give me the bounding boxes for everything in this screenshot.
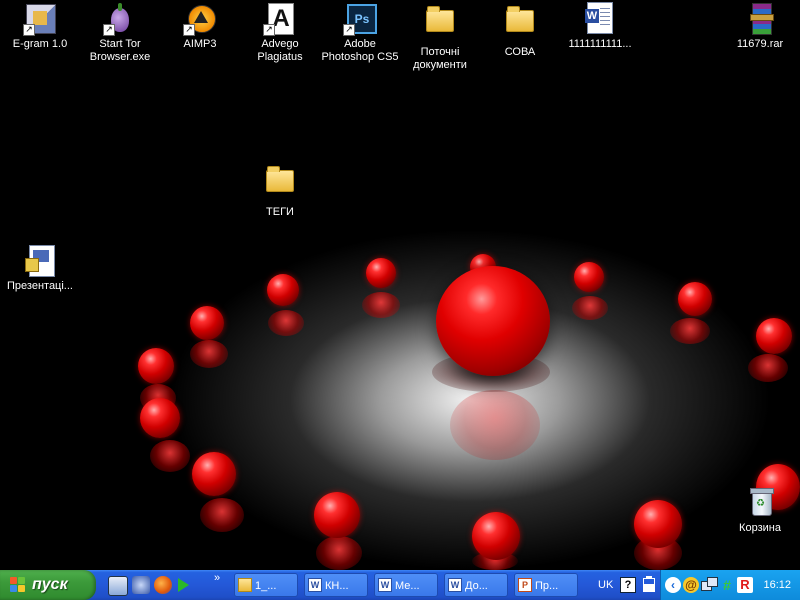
wallpaper-red-ball (574, 262, 604, 292)
network-icon[interactable] (132, 576, 150, 594)
word-document-icon: W (583, 2, 617, 36)
desktop-icon-rar-archive[interactable]: 11679.rar (720, 2, 800, 51)
desktop-icon-tegi[interactable]: ТЕГИ (240, 162, 320, 219)
wallpaper-reflection (316, 536, 362, 570)
avira-icon[interactable]: R (737, 577, 753, 593)
start-label: пуск (32, 576, 68, 593)
firefox-icon[interactable] (154, 576, 172, 594)
word-icon: W (308, 578, 322, 592)
wallpaper-red-ball (267, 274, 299, 306)
wallpaper-reflection (572, 296, 608, 320)
desktop-icon-recycle-bin[interactable]: ♻ Корзина (720, 486, 800, 535)
powerpoint-icon: P (518, 578, 532, 592)
desktop-icon-label: СОВА (504, 46, 536, 58)
desktop-icon-label: Корзина (739, 522, 781, 534)
wallpaper-red-ball (366, 258, 396, 288)
desktop-icon-label: Start Tor Browser.exe (89, 38, 151, 63)
desktop-icon-label: 1111111111... (568, 38, 632, 50)
recycle-bin-icon: ♻ (743, 486, 777, 520)
wallpaper-reflection (190, 340, 228, 368)
advego-a-icon: A ↗ (263, 2, 297, 36)
desktop-icon-tor-browser[interactable]: ↗ Start Tor Browser.exe (80, 2, 160, 64)
windows-logo-icon (10, 577, 26, 593)
wallpaper-red-ball (472, 512, 520, 560)
quick-launch-chevron[interactable]: » (214, 572, 220, 584)
desktop-icon-label: AIMP3 (183, 38, 217, 50)
aimp-player-icon: ↗ (183, 2, 217, 36)
taskbar-button-label: КН... (325, 580, 349, 592)
taskbar-button[interactable]: W Ме... (374, 573, 438, 597)
back-arrow-icon[interactable]: ‹ (665, 577, 681, 593)
desktop-icon-label: Advego Plagiatus (257, 38, 303, 63)
taskbar: пуск » 1_... W КН... W Ме... W До... P П… (0, 570, 800, 600)
taskbar-button-label: Пр... (535, 580, 559, 592)
desktop-wallpaper (0, 0, 800, 570)
wallpaper-reflection (268, 310, 304, 336)
language-indicator[interactable]: UK (598, 570, 613, 600)
wallpaper-red-ball (138, 348, 174, 384)
at-sign-icon[interactable]: @ (683, 577, 699, 593)
desktop-icon-label: Поточні документи (413, 46, 467, 71)
wallpaper-reflection (450, 390, 540, 460)
word-icon: W (378, 578, 392, 592)
hash-icon[interactable]: # (719, 577, 735, 593)
desktop-icon-label: E-gram 1.0 (12, 38, 68, 50)
taskbar-button-label: Ме... (395, 580, 420, 592)
wallpaper-red-ball (634, 500, 682, 548)
wallpaper-reflection (748, 354, 788, 382)
desktop-icon-label: Презентаці... (7, 280, 73, 292)
system-tray: ‹ @ # R 16:12 (660, 570, 800, 600)
folder-icon (263, 166, 297, 204)
word-icon: W (448, 578, 462, 592)
play-icon[interactable] (178, 578, 189, 592)
folder-icon (503, 6, 537, 44)
help-icon[interactable]: ? (620, 577, 636, 593)
battery-icon[interactable] (643, 576, 655, 592)
tor-onion-icon: ↗ (103, 2, 137, 36)
taskbar-button-label: 1_... (255, 580, 277, 592)
wallpaper-red-ball (140, 398, 180, 438)
wallpaper-reflection (150, 440, 190, 472)
presentation-file-icon (23, 244, 57, 278)
folder-icon (238, 578, 252, 592)
network-tray-icon[interactable] (701, 577, 718, 593)
wallpaper-red-ball (678, 282, 712, 316)
desktop-icon-photoshop[interactable]: Ps ↗ Adobe Photoshop CS5 (320, 2, 400, 64)
desktop-icon-aimp3[interactable]: ↗ AIMP3 (160, 2, 240, 51)
taskbar-button[interactable]: W До... (444, 573, 508, 597)
wallpaper-red-ball (756, 318, 792, 354)
start-button[interactable]: пуск (0, 570, 96, 600)
wallpaper-reflection (670, 318, 710, 344)
desktop-icon-label: ТЕГИ (266, 206, 294, 218)
desktop-icon-advego-plagiatus[interactable]: A ↗ Advego Plagiatus (240, 2, 320, 64)
taskbar-button[interactable]: 1_... (234, 573, 298, 597)
desktop-icon-e-gram[interactable]: ↗ E-gram 1.0 (0, 2, 80, 51)
desktop-icon-current-documents[interactable]: Поточні документи (400, 2, 480, 72)
desktop-icon-sova[interactable]: СОВА (480, 2, 560, 59)
desktop-icon-label: Adobe Photoshop CS5 (321, 38, 399, 63)
wallpaper-reflection (362, 292, 400, 318)
wallpaper-red-ball (190, 306, 224, 340)
wallpaper-big-red-ball (436, 266, 550, 376)
taskbar-button[interactable]: P Пр... (514, 573, 578, 597)
e-gram-app-icon: ↗ (23, 2, 57, 36)
wallpaper-red-ball (314, 492, 360, 538)
desktop-icon-label: 11679.rar (736, 38, 784, 50)
desktop-icon-word-document[interactable]: W 1111111111... (560, 2, 640, 51)
rar-archive-icon (743, 2, 777, 36)
show-desktop-icon[interactable] (108, 576, 128, 596)
photoshop-icon: Ps ↗ (343, 2, 377, 36)
wallpaper-red-ball (192, 452, 236, 496)
desktop-icon-presentation[interactable]: Презентаці... (0, 244, 80, 293)
folder-icon (423, 6, 457, 44)
clock[interactable]: 16:12 (763, 570, 791, 600)
taskbar-button-label: До... (465, 580, 488, 592)
wallpaper-reflection (200, 498, 244, 532)
taskbar-button[interactable]: W КН... (304, 573, 368, 597)
